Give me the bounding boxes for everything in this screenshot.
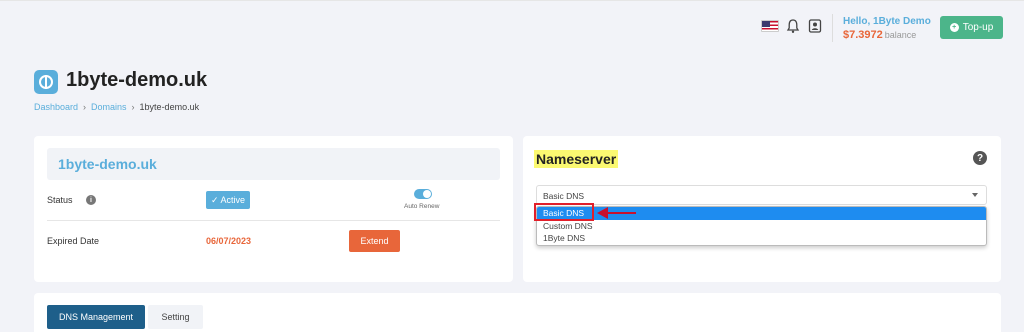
nameserver-selected-value: Basic DNS — [543, 191, 585, 201]
header-divider — [832, 14, 833, 42]
expired-date-label: Expired Date — [47, 236, 100, 246]
breadcrumb-current: 1byte-demo.uk — [139, 102, 200, 112]
balance-amount: $7.3972 balance — [843, 29, 916, 41]
balance-label: balance — [884, 30, 917, 40]
tab-setting[interactable]: Setting — [148, 305, 203, 329]
topup-label: Top-up — [962, 22, 994, 33]
domain-card: 1byte-demo.uk Status i ✓ Active Auto Ren… — [34, 136, 513, 282]
annotation-arrow-icon — [597, 207, 608, 219]
option-custom-dns[interactable]: Custom DNS — [537, 220, 986, 233]
breadcrumb: Dashboard › Domains › 1byte-demo.uk — [34, 102, 199, 112]
status-badge: ✓ Active — [206, 191, 250, 209]
extend-button[interactable]: Extend — [349, 230, 400, 252]
balance-value: $7.3972 — [843, 29, 883, 41]
bell-icon[interactable] — [786, 18, 800, 34]
expired-date-value: 06/07/2023 — [206, 236, 252, 246]
nameserver-card: Nameserver ? Basic DNS Basic DNS Custom … — [523, 136, 1001, 282]
management-card: DNS Management Setting — [34, 293, 1001, 332]
top-border — [0, 0, 1024, 1]
contact-icon[interactable] — [808, 18, 822, 34]
us-flag-icon[interactable] — [761, 20, 779, 32]
chevron-right-icon: › — [131, 102, 135, 112]
divider — [47, 220, 500, 221]
page-title: 1byte-demo.uk — [66, 69, 208, 91]
caret-down-icon — [972, 193, 978, 197]
globe-icon — [34, 70, 58, 94]
annotation-highlight-box — [534, 203, 594, 221]
domain-header: 1byte-demo.uk — [47, 148, 500, 180]
info-icon[interactable]: i — [86, 195, 96, 205]
nameserver-select[interactable]: Basic DNS — [536, 185, 987, 205]
chevron-right-icon: › — [83, 102, 87, 112]
greeting-text: Hello, 1Byte Demo — [843, 16, 931, 27]
tab-dns-management[interactable]: DNS Management — [47, 305, 145, 329]
option-1byte-dns[interactable]: 1Byte DNS — [537, 232, 986, 245]
auto-renew-label: Auto Renew — [404, 203, 440, 210]
status-label: Status — [47, 195, 73, 205]
auto-renew-toggle[interactable] — [414, 189, 432, 199]
plus-circle-icon: + — [949, 23, 959, 32]
annotation-arrow-line — [608, 212, 636, 214]
breadcrumb-domains[interactable]: Domains — [91, 102, 127, 112]
topup-button[interactable]: + Top-up — [940, 16, 1003, 39]
help-icon[interactable]: ? — [973, 151, 987, 165]
domain-name: 1byte-demo.uk — [58, 156, 157, 172]
nameserver-title: Nameserver — [534, 150, 619, 168]
breadcrumb-dashboard[interactable]: Dashboard — [34, 102, 78, 112]
